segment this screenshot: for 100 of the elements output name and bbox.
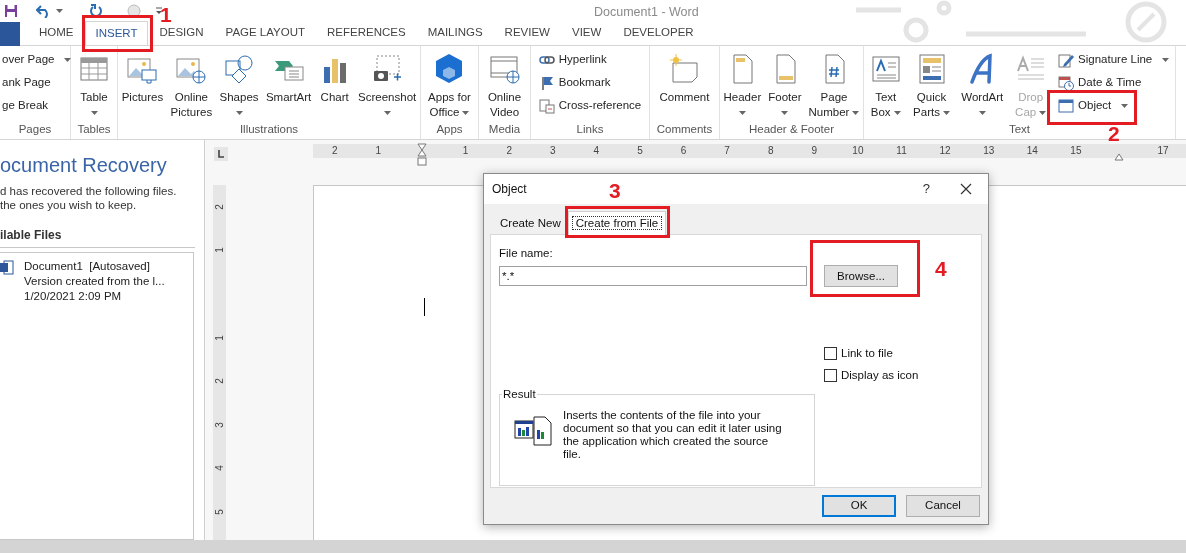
file-name-field[interactable]: *.* bbox=[499, 266, 807, 287]
ruler-number: 8 bbox=[767, 146, 774, 156]
group-label: Illustrations bbox=[239, 122, 299, 137]
cross-reference-icon bbox=[538, 97, 555, 114]
window-title: Document1 - Word bbox=[594, 4, 699, 21]
dialog-button[interactable]: OK bbox=[822, 495, 896, 517]
embedded-chart-icon bbox=[514, 415, 554, 449]
ribbon-tab[interactable]: REVIEW bbox=[493, 21, 561, 45]
ribbon-button[interactable]: Online Video bbox=[485, 46, 524, 121]
checkbox-label: Display as icon bbox=[841, 367, 919, 383]
step-number: 4 bbox=[935, 258, 947, 279]
ribbon-button[interactable]: Page Number bbox=[806, 46, 862, 121]
indent-marker-icon[interactable] bbox=[417, 143, 427, 167]
step-number: 3 bbox=[609, 180, 621, 201]
ruler-number: 2 bbox=[506, 146, 512, 156]
ruler-number: 4 bbox=[593, 146, 600, 156]
close-icon[interactable] bbox=[960, 183, 972, 195]
ribbon-button[interactable]: Header bbox=[721, 46, 764, 121]
ruler-number: 10 bbox=[852, 146, 864, 156]
checkbox-label: Link to file bbox=[841, 346, 893, 362]
dialog-title: Object bbox=[492, 181, 527, 198]
ribbon-button[interactable]: Screenshot bbox=[356, 46, 419, 121]
group-label: Tables bbox=[77, 122, 111, 137]
ribbon-button[interactable]: Online Pictures bbox=[168, 46, 215, 121]
window-icon bbox=[1058, 97, 1075, 114]
pane-title: ocument Recovery bbox=[0, 153, 168, 178]
customize-icon[interactable] bbox=[155, 7, 163, 15]
signature-pen-icon bbox=[1058, 51, 1075, 68]
ribbon-button[interactable]: over Page bbox=[0, 48, 74, 71]
ruler-number: 1 bbox=[214, 334, 225, 341]
text-cursor bbox=[424, 298, 425, 316]
list-heading: ilable Files bbox=[0, 226, 195, 248]
text-box-icon bbox=[869, 53, 902, 85]
ribbon-button[interactable]: Bookmark bbox=[536, 71, 613, 94]
ribbon-tab[interactable]: MAILINGS bbox=[416, 21, 494, 45]
video-globe-icon bbox=[488, 53, 521, 85]
dialog-tab[interactable]: Create from File bbox=[567, 211, 667, 235]
ruler-number: 9 bbox=[811, 146, 818, 156]
tab-stop-icon[interactable] bbox=[214, 147, 228, 161]
ruler-number: 5 bbox=[637, 146, 643, 156]
ribbon-button[interactable]: WordArt bbox=[959, 46, 1006, 121]
ribbon-button[interactable]: ank Page bbox=[0, 71, 53, 94]
result-heading: Result bbox=[502, 386, 537, 402]
ruler-number: 3 bbox=[550, 146, 556, 156]
ruler-number: 14 bbox=[1026, 146, 1038, 156]
ruler-number: 13 bbox=[983, 146, 995, 156]
file-name[interactable]: Document1 [Autosaved] bbox=[24, 259, 165, 274]
browse-button[interactable]: Browse... bbox=[824, 265, 898, 288]
ribbon-button[interactable]: Text Box bbox=[867, 46, 904, 121]
file-detail: Version created from the l... bbox=[24, 274, 165, 289]
ruler-number: 2 bbox=[214, 204, 225, 210]
calendar-clock-icon bbox=[1058, 74, 1075, 91]
step-number: 2 bbox=[1108, 123, 1120, 144]
ribbon-button[interactable]: Hyperlink bbox=[536, 48, 609, 71]
ribbon-button[interactable]: Object bbox=[1056, 94, 1131, 117]
group-label: Comments bbox=[656, 122, 713, 137]
ribbon-button[interactable]: Pictures bbox=[119, 46, 166, 121]
ribbon-button[interactable]: Cross-reference bbox=[536, 94, 644, 117]
ribbon-tab[interactable]: VIEW bbox=[561, 21, 613, 45]
ribbon-button[interactable]: Table bbox=[76, 46, 112, 121]
ruler-number: 1 bbox=[462, 146, 469, 156]
ruler-number: 11 bbox=[896, 146, 907, 156]
ruler-number: 15 bbox=[1070, 146, 1082, 156]
group-label: Header & Footer bbox=[749, 122, 834, 137]
file-date: 1/20/2021 2:09 PM bbox=[24, 289, 123, 304]
group-label: Pages bbox=[18, 122, 52, 137]
ribbon-button[interactable]: Comment bbox=[657, 46, 712, 121]
ribbon-button[interactable]: Footer bbox=[766, 46, 804, 121]
ribbon-button[interactable]: Date & Time bbox=[1056, 71, 1144, 94]
field-label: File name: bbox=[499, 246, 554, 261]
help-button[interactable]: ? bbox=[922, 179, 930, 199]
shapes-icon bbox=[223, 53, 256, 85]
ruler-number: 2 bbox=[332, 146, 338, 156]
ruler-number: 4 bbox=[214, 465, 225, 472]
ribbon-button[interactable]: SmartArt bbox=[263, 46, 314, 121]
pane-message: the ones you wish to keep. bbox=[0, 198, 138, 212]
comment-icon bbox=[668, 53, 701, 85]
group-label: Links bbox=[576, 122, 604, 137]
ribbon-tab[interactable]: DEVELOPER bbox=[612, 21, 705, 45]
ruler-number: 1 bbox=[214, 247, 225, 254]
caret-icon bbox=[56, 9, 63, 13]
ribbon-button[interactable]: Quick Parts bbox=[911, 46, 952, 121]
redo-icon[interactable] bbox=[89, 4, 103, 18]
ribbon-tab[interactable]: REFERENCES bbox=[316, 21, 417, 45]
checkbox[interactable] bbox=[824, 347, 837, 361]
ribbon-button[interactable]: Signature Line bbox=[1056, 48, 1172, 71]
ribbon-button[interactable]: Apps for Office bbox=[426, 46, 473, 121]
ribbon-button[interactable]: Chart bbox=[316, 46, 353, 121]
checkbox[interactable] bbox=[824, 368, 837, 382]
dialog-button[interactable]: Cancel bbox=[906, 495, 980, 517]
ribbon-tab[interactable]: HOME bbox=[28, 21, 85, 45]
result-description: Inserts the contents of the file into your document so that you can edit it later using the application which created the source file. bbox=[563, 409, 783, 461]
right-indent-marker-icon[interactable] bbox=[1114, 153, 1125, 161]
ribbon-button[interactable]: ge Break bbox=[0, 94, 51, 117]
ribbon-tab[interactable]: INSERT bbox=[84, 21, 149, 45]
group-label: Text bbox=[1008, 122, 1031, 137]
pane-message: d has recovered the following files. bbox=[0, 184, 178, 198]
ribbon-button[interactable]: Shapes bbox=[217, 46, 261, 121]
highlight-frame bbox=[82, 15, 153, 52]
ribbon-tab[interactable]: PAGE LAYOUT bbox=[214, 21, 317, 45]
